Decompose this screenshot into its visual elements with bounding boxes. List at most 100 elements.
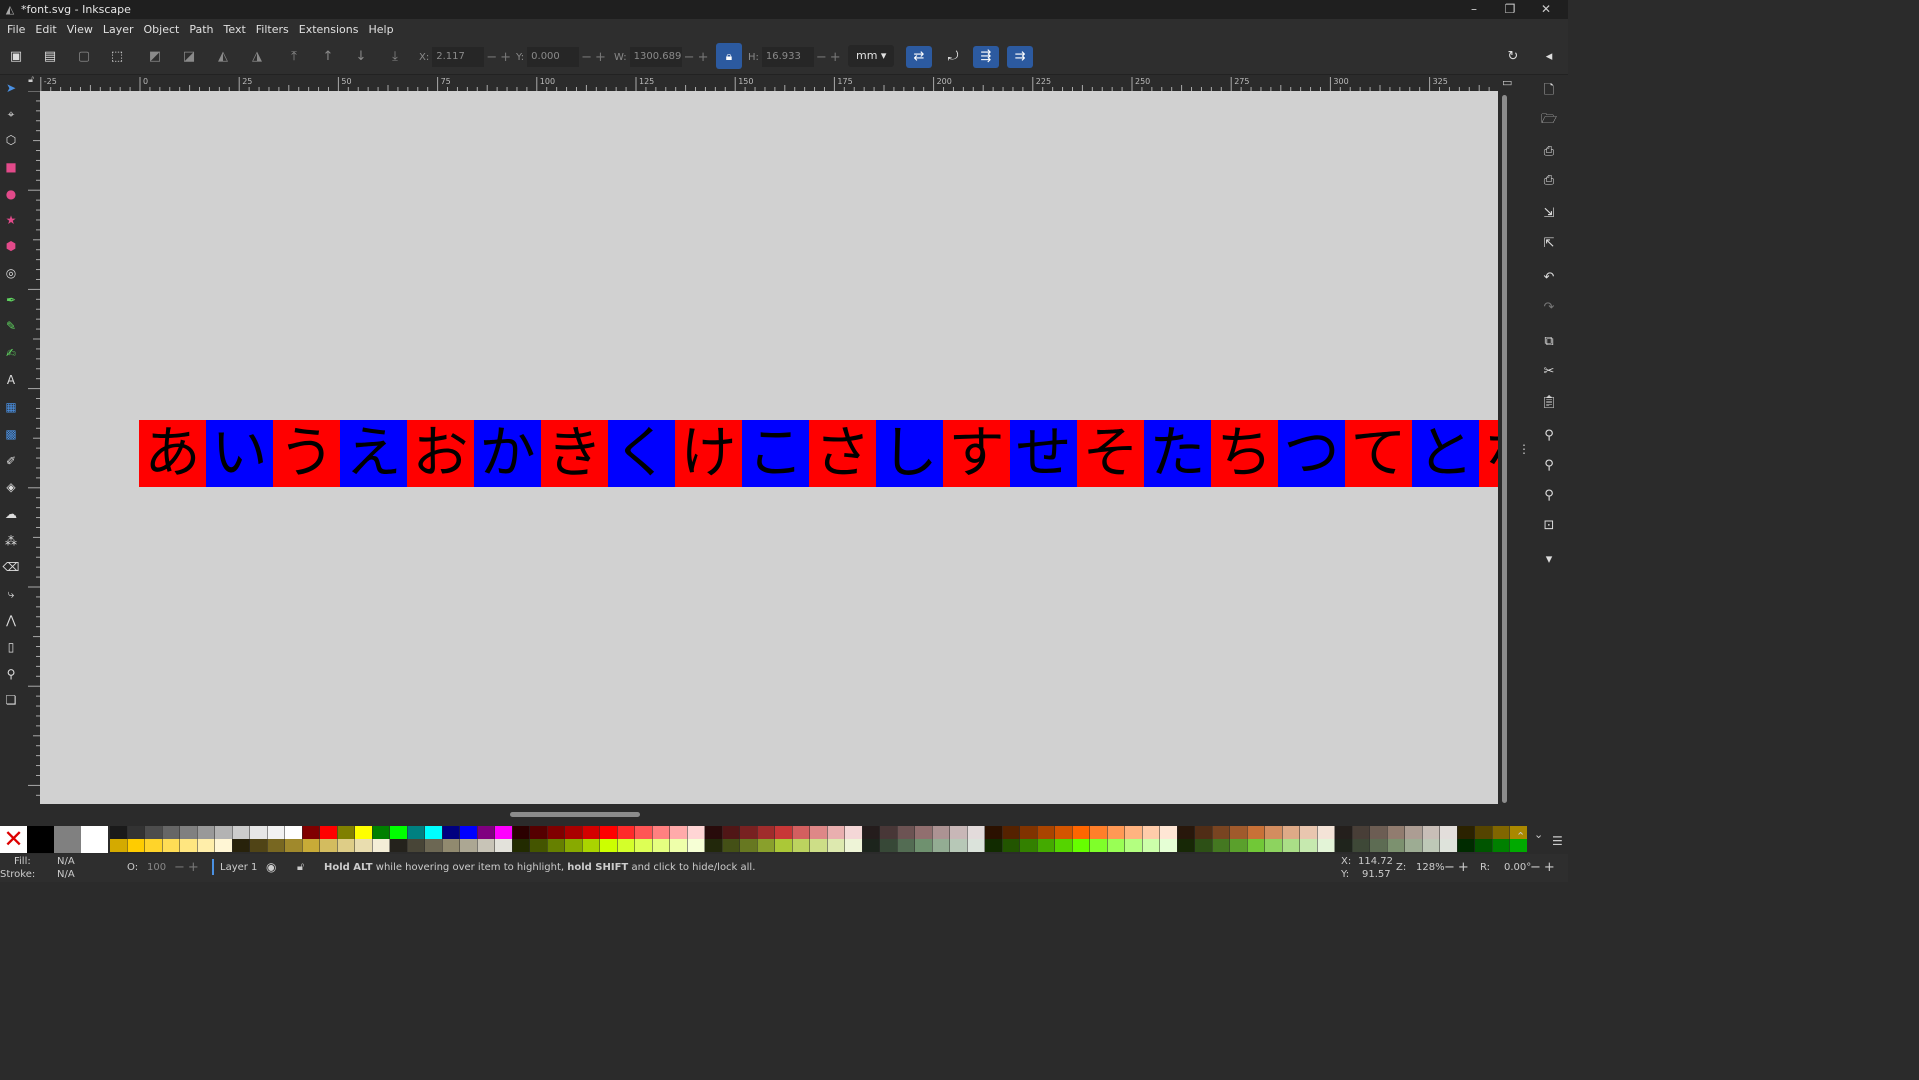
palette-swatch[interactable] xyxy=(617,839,635,852)
palette-swatch[interactable] xyxy=(635,839,652,852)
palette-swatch[interactable] xyxy=(495,839,512,852)
glyph-cell[interactable]: い xyxy=(206,420,273,487)
palette-swatch[interactable] xyxy=(985,839,1002,852)
node-tool-icon[interactable]: ⌖ xyxy=(2,105,20,123)
gray-swatch[interactable] xyxy=(54,826,81,853)
pages-tool-icon[interactable]: ❏ xyxy=(2,691,20,709)
palette-swatch[interactable] xyxy=(582,826,600,839)
lower-icon[interactable]: ↓ xyxy=(348,46,374,68)
fill-value[interactable]: N/A xyxy=(57,856,75,867)
palette-swatch[interactable] xyxy=(1300,839,1317,852)
move-gradients-icon[interactable]: ⇶ xyxy=(973,46,999,68)
palette-swatch[interactable] xyxy=(827,826,845,839)
palette-swatch[interactable] xyxy=(110,826,127,839)
palette-swatch[interactable] xyxy=(1037,839,1055,852)
vertical-scrollbar[interactable] xyxy=(1498,91,1512,804)
menu-layer[interactable]: Layer xyxy=(98,23,139,36)
palette-swatch[interactable] xyxy=(845,839,862,852)
palette-swatch[interactable] xyxy=(1422,839,1440,852)
palette-swatch[interactable] xyxy=(880,826,897,839)
palette-swatch[interactable] xyxy=(600,839,617,852)
print-icon[interactable]: ⎙ xyxy=(1538,170,1560,192)
import-icon[interactable]: ⇲ xyxy=(1538,203,1560,225)
palette-swatch[interactable] xyxy=(1405,826,1422,839)
zoom-selection-icon[interactable]: ⚲ xyxy=(1538,425,1560,447)
deselect-icon[interactable]: ▢ xyxy=(71,46,97,68)
palette-swatch[interactable] xyxy=(425,839,442,852)
palette-swatch[interactable] xyxy=(390,839,407,852)
palette-swatch[interactable] xyxy=(232,826,250,839)
palette-swatch[interactable] xyxy=(1405,839,1422,852)
palette-swatch[interactable] xyxy=(827,839,845,852)
zoom-input[interactable]: 128% xyxy=(1416,862,1445,873)
palette-swatch[interactable] xyxy=(1072,826,1090,839)
close-button[interactable]: ✕ xyxy=(1528,0,1564,19)
x-stepper[interactable]: −+ xyxy=(486,50,514,65)
panel-handle-icon[interactable]: ⋮ xyxy=(1518,442,1530,456)
palette-swatch[interactable] xyxy=(337,839,355,852)
select-all-icon[interactable]: ▣ xyxy=(3,46,29,68)
palette-swatch[interactable] xyxy=(1142,839,1160,852)
y-input[interactable]: 0.000 xyxy=(527,47,580,67)
palette-swatch[interactable] xyxy=(1387,839,1405,852)
palette-swatch[interactable] xyxy=(1195,839,1212,852)
palette-swatch[interactable] xyxy=(477,826,495,839)
scale-corners-icon[interactable]: ⤾ xyxy=(940,46,966,68)
lock-ratio-icon[interactable]: 🔒︎ xyxy=(716,43,742,69)
palette-swatch[interactable] xyxy=(512,839,530,852)
zoom-drawing-icon[interactable]: ⚲ xyxy=(1538,455,1560,477)
connector-tool-icon[interactable]: ⤷ xyxy=(2,585,20,603)
snap-toggle-icon[interactable]: ↻ xyxy=(1500,46,1526,68)
white-swatch[interactable] xyxy=(81,826,108,853)
palette-swatch[interactable] xyxy=(1475,839,1492,852)
palette-swatch[interactable] xyxy=(320,826,337,839)
palette-swatch[interactable] xyxy=(1352,839,1370,852)
palette-swatch[interactable] xyxy=(1230,826,1247,839)
palette-swatch[interactable] xyxy=(355,826,372,839)
current-layer[interactable]: Layer 1 xyxy=(220,862,257,873)
menu-edit[interactable]: Edit xyxy=(30,23,61,36)
palette-swatch[interactable] xyxy=(652,826,670,839)
glyph-cell[interactable]: そ xyxy=(1077,420,1144,487)
palette-swatch[interactable] xyxy=(460,839,477,852)
shape-builder-icon[interactable]: ⬡ xyxy=(2,131,20,149)
palette-swatch[interactable] xyxy=(1055,839,1072,852)
palette-swatch[interactable] xyxy=(1125,826,1142,839)
palette-swatch[interactable] xyxy=(565,839,582,852)
raise-icon[interactable]: ↑ xyxy=(315,46,341,68)
palette-swatch[interactable] xyxy=(1300,826,1317,839)
palette-swatch[interactable] xyxy=(1282,826,1300,839)
glyph-cell[interactable]: て xyxy=(1345,420,1412,487)
rectangle-tool-icon[interactable]: ■ xyxy=(2,158,20,176)
w-input[interactable]: 1300.689 xyxy=(629,47,682,67)
palette-swatch[interactable] xyxy=(1212,826,1230,839)
text-tool-icon[interactable]: A xyxy=(2,371,20,389)
palette-swatch[interactable] xyxy=(1317,826,1335,839)
glyph-cell[interactable]: た xyxy=(1144,420,1211,487)
palette-swatch[interactable] xyxy=(407,826,425,839)
rotation-stepper[interactable]: −+ xyxy=(1530,860,1558,875)
menu-help[interactable]: Help xyxy=(363,23,398,36)
glyph-cell[interactable]: ち xyxy=(1211,420,1278,487)
palette-swatch[interactable] xyxy=(705,826,722,839)
lpe-tool-icon[interactable]: ⋀ xyxy=(2,611,20,629)
palette-swatch[interactable] xyxy=(407,839,425,852)
rotation-input[interactable]: 0.00° xyxy=(1504,862,1531,873)
palette-swatch[interactable] xyxy=(670,826,687,839)
palette-swatch[interactable] xyxy=(145,826,162,839)
palette-swatch[interactable] xyxy=(547,826,565,839)
palette-menu-icon[interactable]: ☰ xyxy=(1552,834,1563,848)
palette-swatch[interactable] xyxy=(1142,826,1160,839)
glyph-cell[interactable]: け xyxy=(675,420,742,487)
gradient-tool-icon[interactable]: ▦ xyxy=(2,398,20,416)
palette-swatch[interactable] xyxy=(810,839,827,852)
palette-scroll-down-icon[interactable]: ⌄ xyxy=(1534,828,1543,841)
palette-swatch[interactable] xyxy=(880,839,897,852)
glyph-cell[interactable]: す xyxy=(943,420,1010,487)
palette-swatch[interactable] xyxy=(285,826,302,839)
palette-swatch[interactable] xyxy=(372,826,390,839)
palette-swatch[interactable] xyxy=(600,826,617,839)
more-commands-icon[interactable]: ▾ xyxy=(1538,549,1560,571)
raise-to-top-icon[interactable]: ⤒ xyxy=(281,46,307,68)
menu-extensions[interactable]: Extensions xyxy=(294,23,364,36)
